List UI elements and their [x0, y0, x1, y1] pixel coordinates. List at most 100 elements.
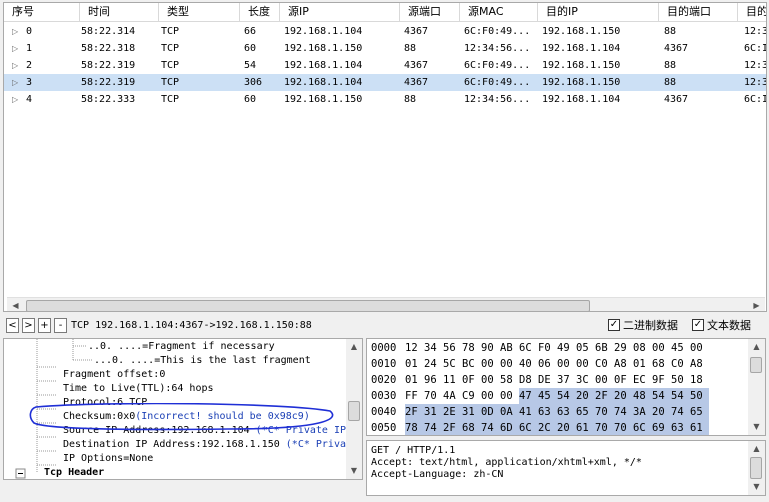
scroll-down-icon[interactable]: ▼: [748, 419, 765, 435]
col-header-length[interactable]: 长度: [240, 3, 280, 22]
expand-button[interactable]: +: [38, 318, 51, 333]
hex-byte[interactable]: 78: [462, 340, 481, 356]
scroll-up-icon[interactable]: ▲: [748, 339, 765, 355]
text-vertical-scrollbar[interactable]: ▲ ▼: [748, 441, 765, 495]
hex-byte[interactable]: 2F: [443, 420, 462, 435]
hex-byte[interactable]: 01: [405, 356, 424, 372]
tree-line-fragment-offset[interactable]: Fragment offset:0: [63, 368, 165, 382]
col-header-dst-ip[interactable]: 目的IP: [538, 3, 659, 22]
hex-byte[interactable]: 00: [481, 356, 500, 372]
hex-byte[interactable]: DE: [538, 372, 557, 388]
hex-byte[interactable]: 20: [557, 420, 576, 435]
hex-byte[interactable]: 70: [595, 420, 614, 435]
hex-byte[interactable]: C0: [595, 356, 614, 372]
col-header-dst[interactable]: 目的: [738, 3, 766, 22]
scroll-down-icon[interactable]: ▼: [748, 479, 765, 495]
packet-row[interactable]: ▷ 2 58:22.319 TCP 54 192.168.1.104 4367 6C:F0:4…: [4, 57, 766, 74]
hex-byte[interactable]: 5C: [443, 356, 462, 372]
hex-byte[interactable]: 2C: [538, 420, 557, 435]
hex-byte[interactable]: 47: [519, 388, 538, 404]
hex-byte[interactable]: 74: [614, 404, 633, 420]
hex-byte[interactable]: 63: [557, 404, 576, 420]
hex-byte[interactable]: 74: [481, 420, 500, 435]
hex-byte[interactable]: 68: [652, 356, 671, 372]
tree-node-tcp-header[interactable]: Tcp Header: [44, 466, 104, 479]
hex-byte[interactable]: 69: [652, 420, 671, 435]
hex-byte[interactable]: FF: [405, 388, 424, 404]
hex-byte[interactable]: 00: [557, 356, 576, 372]
col-header-src-mac[interactable]: 源MAC: [460, 3, 538, 22]
hex-byte[interactable]: 24: [424, 356, 443, 372]
hex-byte[interactable]: 6C: [519, 340, 538, 356]
hex-byte[interactable]: 4A: [443, 388, 462, 404]
collapse-button[interactable]: -: [54, 318, 67, 333]
hex-byte[interactable]: 68: [462, 420, 481, 435]
hex-byte[interactable]: 00: [500, 388, 519, 404]
packet-row[interactable]: ▷ 0 58:22.314 TCP 66 192.168.1.104 4367 6C:F0:4…: [4, 23, 766, 40]
tree-line-destination-ip[interactable]: Destination IP Address:192.168.1.150 (*C…: [63, 438, 346, 452]
hex-byte[interactable]: 01: [633, 356, 652, 372]
hex-byte[interactable]: 6C: [519, 420, 538, 435]
hex-byte[interactable]: 00: [481, 372, 500, 388]
prev-button[interactable]: <: [6, 318, 19, 333]
hex-byte[interactable]: 0D: [481, 404, 500, 420]
hex-byte[interactable]: 63: [671, 420, 690, 435]
hex-byte[interactable]: 06: [538, 356, 557, 372]
horizontal-scrollbar[interactable]: ◀ ▶: [7, 297, 765, 311]
col-header-dst-port[interactable]: 目的端口: [659, 3, 738, 22]
tree-line-ttl[interactable]: Time to Live(TTL):64 hops: [63, 382, 214, 396]
hex-byte[interactable]: 29: [614, 340, 633, 356]
row-expand-icon[interactable]: ▷: [12, 57, 18, 74]
row-expand-icon[interactable]: ▷: [12, 91, 18, 108]
hex-byte[interactable]: 54: [671, 388, 690, 404]
hex-byte[interactable]: 74: [424, 420, 443, 435]
col-header-src-ip[interactable]: 源IP: [280, 3, 400, 22]
hex-byte[interactable]: 50: [690, 388, 709, 404]
hex-byte[interactable]: 12: [405, 340, 424, 356]
hex-byte[interactable]: 61: [690, 420, 709, 435]
hex-byte[interactable]: EC: [633, 372, 652, 388]
hex-byte[interactable]: 31: [424, 404, 443, 420]
scroll-up-icon[interactable]: ▲: [346, 339, 362, 355]
scrollbar-thumb[interactable]: [26, 300, 590, 311]
hex-byte[interactable]: 0A: [500, 404, 519, 420]
hex-byte[interactable]: 3A: [633, 404, 652, 420]
binary-data-checkbox[interactable]: ✓: [608, 319, 620, 331]
hex-byte[interactable]: 00: [595, 372, 614, 388]
hex-byte[interactable]: 50: [671, 372, 690, 388]
hex-byte[interactable]: 01: [405, 372, 424, 388]
hex-byte[interactable]: 70: [614, 420, 633, 435]
hex-byte[interactable]: 63: [538, 404, 557, 420]
hex-byte[interactable]: 3C: [576, 372, 595, 388]
hex-byte[interactable]: 0F: [462, 372, 481, 388]
col-header-src-port[interactable]: 源端口: [400, 3, 460, 22]
text-data-checkbox[interactable]: ✓: [692, 319, 704, 331]
hex-byte[interactable]: 58: [500, 372, 519, 388]
hex-byte[interactable]: 20: [652, 404, 671, 420]
hex-byte[interactable]: 37: [557, 372, 576, 388]
hex-byte[interactable]: 48: [633, 388, 652, 404]
hex-byte[interactable]: A8: [690, 356, 709, 372]
hex-byte[interactable]: 65: [576, 404, 595, 420]
hex-byte[interactable]: 31: [462, 404, 481, 420]
tree-scroll-thumb[interactable]: [348, 401, 360, 421]
next-button[interactable]: >: [22, 318, 35, 333]
hex-byte[interactable]: 20: [576, 388, 595, 404]
hex-byte[interactable]: 00: [500, 356, 519, 372]
hex-byte[interactable]: 0F: [614, 372, 633, 388]
hex-byte[interactable]: 00: [481, 388, 500, 404]
tree-line-ip-options[interactable]: IP Options=None: [63, 452, 153, 466]
hex-byte[interactable]: 2F: [405, 404, 424, 420]
hex-byte[interactable]: 54: [557, 388, 576, 404]
hex-byte[interactable]: F0: [538, 340, 557, 356]
row-expand-icon[interactable]: ▷: [12, 23, 18, 40]
hex-byte[interactable]: 11: [443, 372, 462, 388]
row-expand-icon[interactable]: ▷: [12, 74, 18, 91]
hex-byte[interactable]: C9: [462, 388, 481, 404]
hex-byte[interactable]: 6D: [500, 420, 519, 435]
hex-byte[interactable]: 34: [424, 340, 443, 356]
hex-byte[interactable]: D8: [519, 372, 538, 388]
hex-byte[interactable]: 08: [633, 340, 652, 356]
packet-row[interactable]: ▷ 3 58:22.319 TCP 306 192.168.1.104 4367 6C:F0:…: [4, 74, 766, 91]
scroll-right-icon[interactable]: ▶: [748, 298, 765, 311]
